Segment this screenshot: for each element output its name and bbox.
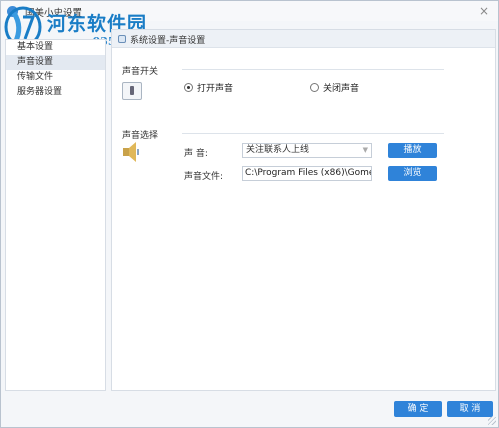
radio-sound-on-label: 打开声音 xyxy=(197,84,234,94)
settings-sidebar: 基本设置 声音设置 传输文件 服务器设置 xyxy=(5,39,106,391)
sound-switch-label: 声音开关 xyxy=(122,67,159,77)
close-button[interactable]: × xyxy=(476,3,492,19)
radio-sound-off-label: 关闭声音 xyxy=(323,84,360,94)
radio-sound-off[interactable]: 关闭声音 xyxy=(310,81,359,94)
sidebar-item-sound[interactable]: 声音设置 xyxy=(6,55,105,70)
speaker-icon xyxy=(123,142,139,162)
title-bar: 国美小史设置 × xyxy=(1,1,498,21)
cancel-button[interactable]: 取 消 xyxy=(447,401,493,417)
sound-field-label: 声 音: xyxy=(184,149,208,159)
radio-unchecked-icon xyxy=(310,83,319,92)
settings-header-icon xyxy=(118,35,126,43)
content-header: 系统设置-声音设置 xyxy=(112,30,495,48)
switch-icon xyxy=(122,82,142,100)
sidebar-item-basic[interactable]: 基本设置 xyxy=(6,40,105,55)
sound-select-value: 关注联系人上线 xyxy=(246,145,310,155)
sidebar-item-server[interactable]: 服务器设置 xyxy=(6,85,105,100)
file-field-label: 声音文件: xyxy=(184,172,224,182)
play-button[interactable]: 播放 xyxy=(388,143,437,158)
sidebar-item-file-transfer[interactable]: 传输文件 xyxy=(6,70,105,85)
chevron-down-icon: ▼ xyxy=(362,146,368,154)
resize-grip[interactable] xyxy=(488,417,496,425)
app-icon xyxy=(7,6,18,17)
window-title: 国美小史设置 xyxy=(25,8,83,19)
settings-content: 系统设置-声音设置 声音开关 打开声音 关闭声音 声音选择 声 音: 关注联系人… xyxy=(111,29,496,391)
content-header-title: 系统设置-声音设置 xyxy=(130,36,206,46)
sound-select[interactable]: 关注联系人上线 ▼ xyxy=(242,143,372,158)
radio-checked-icon xyxy=(184,83,193,92)
settings-window: 国美小史设置 × 河东软件园 www.pc0359.cn 基本设置 声音设置 传… xyxy=(0,0,499,428)
sound-file-field[interactable]: C:\Program Files (x86)\Gome\C xyxy=(242,166,372,181)
browse-button[interactable]: 浏览 xyxy=(388,166,437,181)
ok-button[interactable]: 确 定 xyxy=(394,401,442,417)
divider-sound-select xyxy=(182,133,444,134)
radio-sound-on[interactable]: 打开声音 xyxy=(184,81,233,94)
divider-sound-switch xyxy=(182,69,444,70)
